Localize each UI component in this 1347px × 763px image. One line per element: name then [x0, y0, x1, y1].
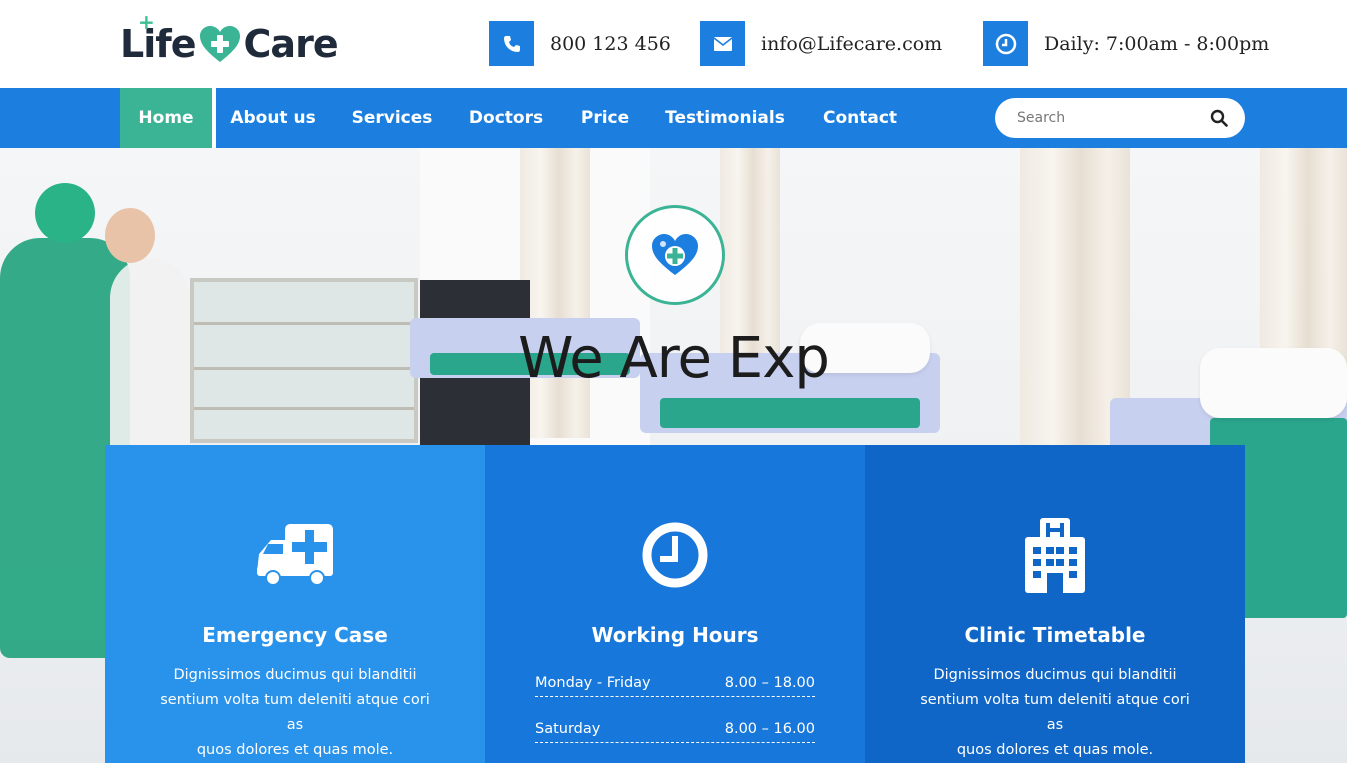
nav-item-contact[interactable]: Contact	[814, 88, 906, 148]
hero-bg-nurse	[105, 208, 155, 263]
hero-bg-curtain	[520, 148, 590, 438]
site-logo[interactable]: Life + Care	[120, 10, 339, 66]
nav-item-testimonials[interactable]: Testimonials	[660, 88, 790, 148]
feature-title: Clinic Timetable	[964, 623, 1146, 647]
logo-plus-icon: +	[138, 10, 155, 34]
contact-email[interactable]: info@Lifecare.com	[700, 21, 942, 66]
clock-icon	[485, 515, 865, 595]
main-navbar: Home About us Services Doctors Price Tes…	[0, 88, 1347, 148]
hours-time: 8.00 – 18.00	[724, 675, 815, 691]
feature-clinic-timetable: Clinic Timetable Dignissimos ducimus qui…	[865, 445, 1245, 763]
hours-row: Monday - Friday 8.00 – 18.00	[535, 675, 815, 697]
hero-title: We Are Exp	[518, 326, 830, 391]
phone-icon	[489, 21, 534, 66]
logo-text-left: Life	[120, 22, 197, 66]
search-box	[995, 98, 1245, 138]
contact-hours: Daily: 7:00am - 8:00pm	[983, 21, 1269, 66]
search-icon[interactable]	[1210, 109, 1228, 127]
hours-day: Saturday	[535, 721, 601, 737]
phone-number: 800 123 456	[550, 32, 671, 55]
hours-row: Saturday 8.00 – 16.00	[535, 721, 815, 743]
feature-emergency-case: Emergency Case Dignissimos ducimus qui b…	[105, 445, 485, 763]
nav-item-services[interactable]: Services	[345, 88, 439, 148]
ambulance-icon	[105, 515, 485, 595]
hours-time: 8.00 – 16.00	[724, 721, 815, 737]
logo-text-right: Care	[243, 22, 339, 66]
feature-working-hours: Working Hours Monday - Friday 8.00 – 18.…	[485, 445, 865, 763]
feature-title: Emergency Case	[202, 623, 388, 647]
feature-description: Dignissimos ducimus qui blanditii sentiu…	[160, 667, 430, 758]
hospital-icon	[865, 515, 1245, 595]
contact-phone[interactable]: 800 123 456	[489, 21, 671, 66]
top-header: Life + Care 800 123 456 info@Lifecare.com…	[0, 0, 1347, 88]
hero-bg-bed	[660, 398, 920, 428]
feature-title: Working Hours	[591, 623, 759, 647]
nav-item-doctors[interactable]: Doctors	[462, 88, 550, 148]
opening-hours: Daily: 7:00am - 8:00pm	[1044, 32, 1270, 55]
nav-item-home[interactable]: Home	[120, 88, 216, 148]
heart-plus-icon	[652, 234, 698, 275]
nav-item-about-us[interactable]: About us	[224, 88, 322, 148]
search-input[interactable]	[1017, 108, 1197, 128]
envelope-icon	[700, 21, 745, 66]
logo-heart-icon	[199, 26, 240, 62]
feature-description: Dignissimos ducimus qui blanditii sentiu…	[920, 667, 1190, 758]
nav-item-price[interactable]: Price	[574, 88, 636, 148]
hero-bg-doctor	[35, 183, 95, 243]
hours-day: Monday - Friday	[535, 675, 651, 691]
hero-badge	[625, 205, 725, 305]
email-address: info@Lifecare.com	[761, 32, 943, 55]
clock-icon	[983, 21, 1028, 66]
